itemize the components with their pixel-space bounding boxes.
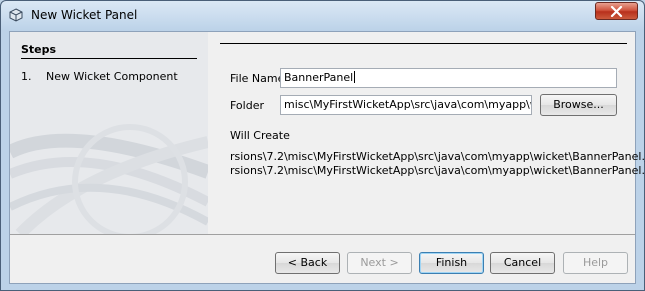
steps-panel: Steps 1. New Wicket Component	[10, 32, 208, 234]
created-file-java: rsions\7.2\misc\MyFirstWicketApp\src\jav…	[230, 150, 645, 163]
created-file-html: rsions\7.2\misc\MyFirstWicketApp\src\jav…	[230, 164, 645, 177]
cube-icon	[9, 8, 23, 22]
will-create-label: Will Create	[230, 129, 290, 142]
steps-divider	[21, 58, 197, 59]
folder-input[interactable]: misc\MyFirstWicketApp\src\java\com\myapp…	[280, 95, 532, 115]
file-name-value: BannerPanel	[284, 71, 354, 84]
cancel-button[interactable]: Cancel	[490, 252, 555, 274]
dialog-body: Steps 1. New Wicket Component File Name …	[9, 31, 645, 284]
help-button[interactable]: Help	[563, 252, 628, 274]
step-number: 1.	[21, 70, 32, 83]
file-name-label: File Name	[230, 72, 285, 85]
close-button[interactable]	[595, 2, 638, 20]
file-name-input[interactable]: BannerPanel	[280, 68, 617, 88]
window-title: New Wicket Panel	[31, 8, 138, 22]
content-divider	[220, 43, 627, 44]
text-caret	[354, 71, 356, 83]
close-icon	[610, 6, 623, 17]
button-bar: < Back Next > Finish Cancel Help	[10, 235, 635, 283]
steps-heading: Steps	[21, 43, 57, 56]
next-button[interactable]: Next >	[347, 252, 412, 274]
finish-button[interactable]: Finish	[419, 252, 484, 274]
back-button-label: < Back	[287, 256, 328, 269]
wizard-decoration-image	[10, 124, 208, 234]
browse-button[interactable]: Browse...	[540, 94, 617, 116]
step-label: New Wicket Component	[46, 70, 178, 83]
folder-label: Folder	[230, 99, 264, 112]
title-bar[interactable]: New Wicket Panel	[1, 1, 644, 29]
back-button[interactable]: < Back	[275, 252, 340, 274]
wizard-window: New Wicket Panel Steps 1. New Wicket Com…	[0, 0, 645, 291]
